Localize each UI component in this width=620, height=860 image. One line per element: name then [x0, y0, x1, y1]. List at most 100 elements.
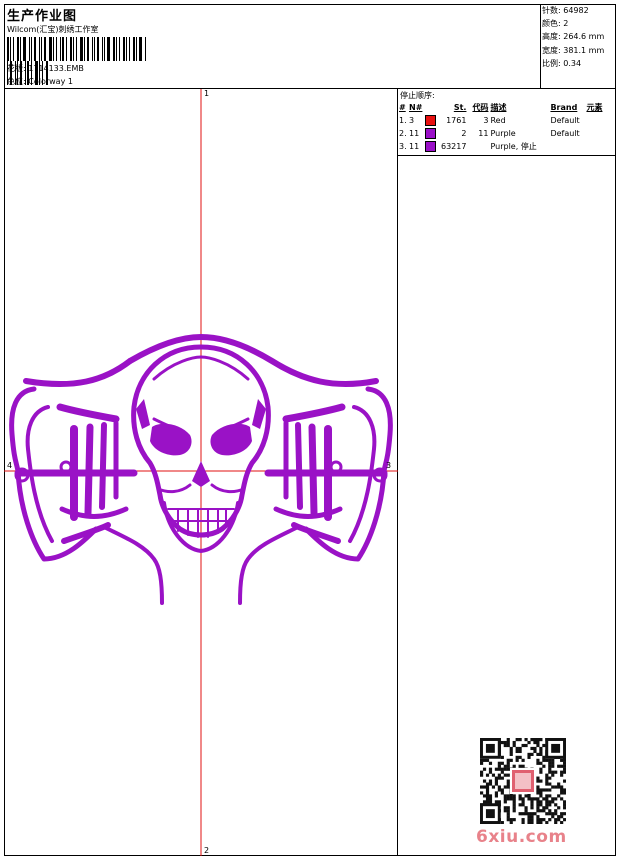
- barcode-bar: [56, 37, 57, 61]
- barcode-bar: [17, 37, 19, 61]
- barcode-bar: [10, 37, 11, 61]
- barcode-bar: [113, 37, 115, 61]
- axis-label-bottom: 2: [204, 846, 210, 855]
- row-desc: Red: [490, 116, 506, 125]
- barcode-bar: [116, 37, 117, 61]
- barcode-bar: [31, 37, 32, 61]
- qr-code: [480, 738, 566, 824]
- row-code: 11: [478, 129, 489, 138]
- stop-sequence-title: 停止顺序:: [400, 91, 435, 100]
- embroidery-preview: [4, 89, 398, 856]
- barcode-bar: [29, 37, 30, 61]
- row-stitches: 1761: [446, 116, 467, 125]
- row-index: 3.: [399, 142, 407, 151]
- colorway: 色位: Colorway 1: [7, 77, 73, 86]
- barcode-bar: [62, 37, 64, 61]
- col-header: #: [399, 103, 406, 112]
- barcode-bar: [7, 37, 9, 61]
- row-element: [585, 127, 616, 140]
- barcode-bar: [97, 37, 99, 61]
- table-row: 1. 3 1761 3 Red Default: [398, 114, 616, 127]
- barcode-bar: [23, 37, 26, 61]
- row-needle: 3: [409, 116, 415, 125]
- row-brand: Default: [550, 116, 580, 125]
- barcode-bar: [136, 37, 137, 61]
- barcode-bar: [139, 37, 142, 61]
- barcode-bar: [49, 37, 52, 61]
- barcode-bar: [87, 37, 89, 61]
- row-stitches: 2: [461, 129, 467, 138]
- watermark-logo: 6xiu.com: [476, 827, 567, 847]
- row-code: 3: [483, 116, 489, 125]
- row-code: [467, 140, 489, 153]
- header-info: 生产作业图 Wilcom(汇宝)刺绣工作室 花版: 1714133.EMB 色位…: [4, 4, 541, 88]
- axis-label-left: 4: [7, 461, 13, 470]
- row-index: 1.: [399, 116, 407, 125]
- color-swatch: [425, 115, 436, 126]
- row-index: 2.: [399, 129, 407, 138]
- barcode-bar: [102, 37, 103, 61]
- col-header: [424, 101, 440, 114]
- barcode-bar: [66, 37, 67, 61]
- color-swatch-cell: [424, 140, 440, 153]
- barcode-bar: [104, 37, 105, 61]
- col-header: N#: [409, 103, 423, 112]
- barcode-bar: [44, 37, 46, 61]
- row-brand: [549, 140, 585, 153]
- row-needle: 11: [409, 129, 420, 138]
- row-needle: 11: [409, 142, 420, 151]
- barcode-bar: [94, 37, 95, 61]
- table-header-row: # N# St. 代码 描述 Brand 元素: [398, 101, 616, 114]
- design-file: 花版: 1714133.EMB: [7, 64, 84, 73]
- row-brand: Default: [550, 129, 580, 138]
- design-width: 宽度: 381.1 mm: [542, 45, 605, 55]
- barcode-bar: [53, 37, 54, 61]
- axis-label-right: 3: [386, 461, 392, 470]
- barcode-bar: [70, 37, 72, 61]
- col-header: Brand: [550, 103, 578, 112]
- barcode-bar: [129, 37, 130, 61]
- design-height: 高度: 264.6 mm: [542, 32, 605, 42]
- row-desc: Purple, 停止: [490, 142, 537, 151]
- barcode-bar: [80, 37, 83, 61]
- col-header: St.: [453, 103, 467, 112]
- barcode-bar: [34, 37, 36, 61]
- page-title: 生产作业图: [7, 9, 78, 24]
- stitch-count: 针数: 64982: [542, 6, 589, 15]
- axis-label-top: 1: [204, 89, 210, 98]
- row-element: [585, 114, 616, 127]
- barcode-bar: [13, 37, 14, 61]
- header: 生产作业图 Wilcom(汇宝)刺绣工作室 花版: 1714133.EMB 色位…: [4, 4, 616, 89]
- row-stitches: 63217: [441, 142, 467, 151]
- barcode-bar: [39, 37, 40, 61]
- barcode-bar: [119, 37, 120, 61]
- col-header: 代码: [472, 103, 489, 112]
- scale: 比例: 0.34: [542, 58, 582, 68]
- color-swatch-cell: [424, 114, 440, 127]
- design-canvas: 1 2 4 3: [4, 89, 398, 856]
- color-swatch: [425, 128, 436, 139]
- barcode-bar: [20, 37, 21, 61]
- color-swatch: [425, 141, 436, 152]
- stop-sequence-table: # N# St. 代码 描述 Brand 元素 1. 3 1761 3 Red …: [398, 101, 616, 153]
- barcode-bar: [41, 37, 42, 61]
- table-row: 3. 11 63217 Purple, 停止: [398, 140, 616, 153]
- company-name: Wilcom(汇宝)刺绣工作室: [7, 25, 99, 34]
- barcode-bar: [76, 37, 77, 61]
- barcode-bar: [133, 37, 135, 61]
- barcode-bar: [145, 37, 146, 61]
- col-header: 元素: [586, 103, 603, 112]
- table-row: 2. 11 2 11 Purple Default: [398, 127, 616, 140]
- barcode-bar: [73, 37, 74, 61]
- stop-sequence-panel: 停止顺序: # N# St. 代码 描述 Brand 元素 1. 3 1761 …: [398, 89, 616, 156]
- color-swatch-cell: [424, 127, 440, 140]
- color-count: 颜色: 2: [542, 19, 569, 29]
- barcode-bar: [92, 37, 93, 61]
- barcode: [7, 37, 147, 85]
- barcode-bar: [126, 37, 127, 61]
- row-desc: Purple: [490, 129, 516, 138]
- stats-panel: 针数: 64982 颜色: 2 高度: 264.6 mm 宽度: 381.1 m…: [542, 4, 616, 70]
- col-header: 描述: [490, 103, 507, 112]
- barcode-bar: [60, 37, 61, 61]
- row-element: [585, 140, 616, 153]
